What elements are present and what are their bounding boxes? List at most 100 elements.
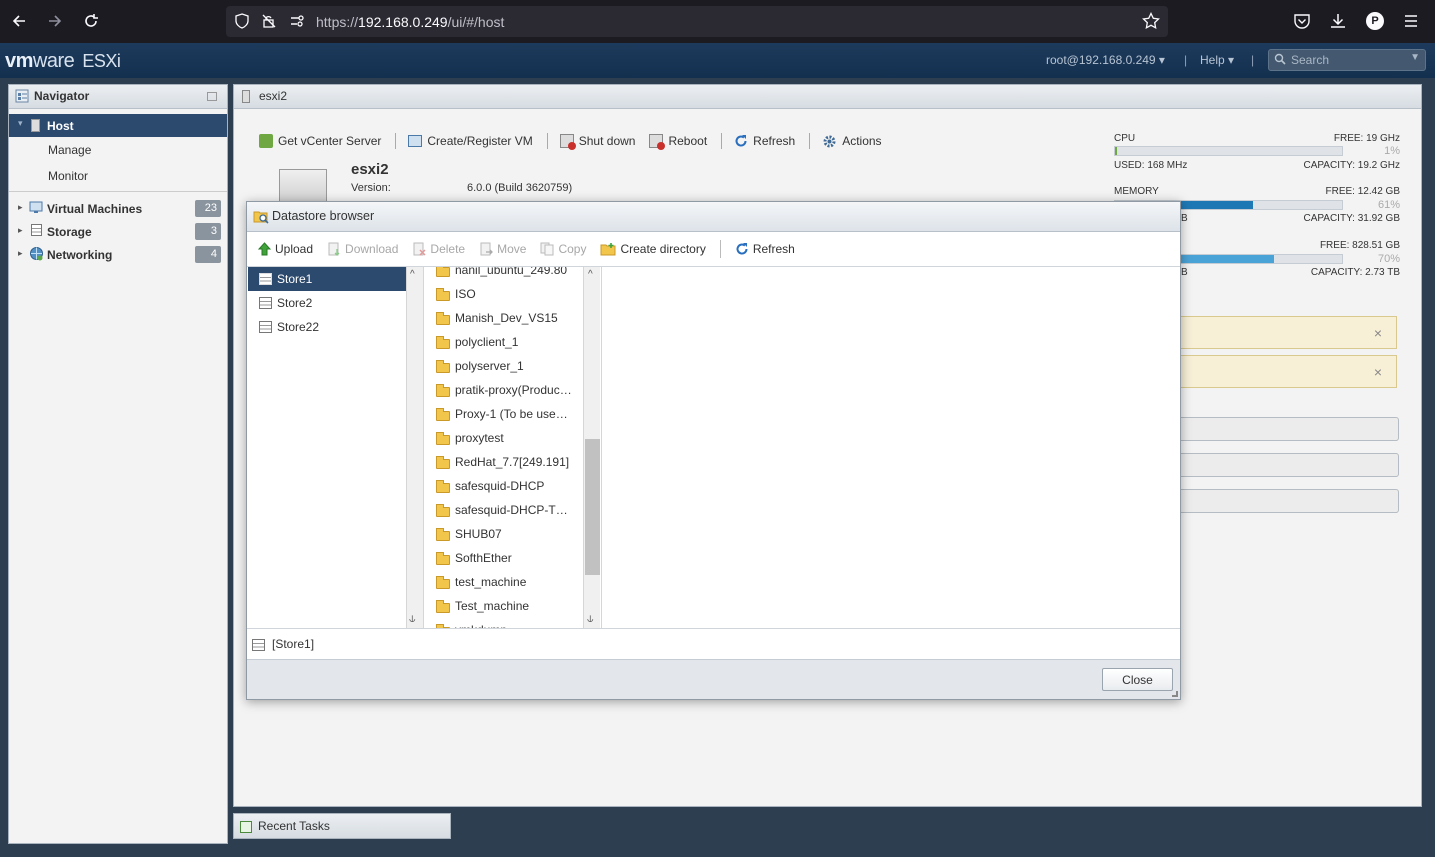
folder-item[interactable]: Proxy-1 (To be use… <box>424 403 582 427</box>
nav-item-storage[interactable]: ▸ Storage 3 <box>9 220 227 243</box>
nav-item-monitor[interactable]: Monitor <box>9 164 227 187</box>
folder-icon <box>436 528 450 541</box>
shut-down-button[interactable]: Shut down <box>559 133 636 150</box>
folder-item[interactable]: ISO <box>424 283 582 307</box>
storage-capacity: CAPACITY: 2.73 TB <box>1310 267 1400 278</box>
info-section[interactable] <box>1180 453 1399 477</box>
permissions-icon[interactable] <box>289 13 305 32</box>
close-button[interactable]: Close <box>1102 668 1173 691</box>
pocket-icon[interactable] <box>1293 12 1311 33</box>
nav-item-label: Virtual Machines <box>47 202 143 216</box>
nav-item-virtual-machines[interactable]: ▸ Virtual Machines 23 <box>9 197 227 220</box>
address-bar[interactable]: https://192.168.0.249/ui/#/host <box>226 6 1168 37</box>
copy-button[interactable]: Copy <box>540 242 586 256</box>
folder-item[interactable]: SofthEther <box>424 547 582 571</box>
scrollbar-thumb[interactable] <box>585 439 600 575</box>
scroll-up-icon[interactable]: ^ <box>588 269 593 280</box>
expand-icon[interactable]: ▾ <box>18 118 23 129</box>
nav-item-networking[interactable]: ▸ Networking 4 <box>9 243 227 266</box>
download-button[interactable]: Download <box>327 242 398 256</box>
help-menu[interactable]: Help ▾ <box>1200 53 1234 67</box>
back-icon[interactable] <box>8 10 30 32</box>
close-alert-icon[interactable]: × <box>1374 364 1382 380</box>
folder-name: nanil_ubuntu_249.80 <box>455 267 568 277</box>
host-refresh-button[interactable]: Refresh <box>734 133 795 149</box>
shield-icon[interactable] <box>234 13 250 32</box>
downloads-icon[interactable] <box>1329 12 1347 33</box>
toolbar-label: Shut down <box>578 134 636 148</box>
profile-avatar-icon[interactable]: P <box>1366 12 1384 30</box>
folder-item[interactable]: Manish_Dev_VS15 <box>424 307 582 331</box>
menu-icon[interactable] <box>1402 12 1420 33</box>
warning-alert: × <box>1180 355 1397 388</box>
dialog-refresh-button[interactable]: Refresh <box>735 242 795 256</box>
folder-item[interactable]: proxytest <box>424 427 582 451</box>
folder-item[interactable]: test_machine <box>424 571 582 595</box>
folder-item[interactable]: safesquid-DHCP-T… <box>424 499 582 523</box>
folder-item[interactable]: vmkdump <box>424 619 582 628</box>
memory-free: FREE: 12.42 GB <box>1325 186 1400 197</box>
forward-icon[interactable] <box>44 10 66 32</box>
folder-icon <box>436 456 450 469</box>
folder-item[interactable]: polyserver_1 <box>424 355 582 379</box>
scroll-up-icon[interactable]: ^ <box>410 269 415 280</box>
resize-handle-icon[interactable]: ⫝ <box>587 613 594 626</box>
expand-icon[interactable]: ▸ <box>18 248 23 259</box>
bookmark-star-icon[interactable] <box>1142 11 1160 33</box>
reboot-button[interactable]: Reboot <box>649 133 707 150</box>
dialog-title-bar[interactable]: Datastore browser <box>247 202 1180 232</box>
create-register-vm-button[interactable]: Create/Register VM <box>408 133 533 149</box>
folder-name: Test_machine <box>455 599 530 613</box>
close-alert-icon[interactable]: × <box>1374 325 1382 341</box>
folder-item[interactable]: SHUB07 <box>424 523 582 547</box>
folder-list-scrollbar[interactable]: ^ ⫝ <box>583 267 600 628</box>
folder-name: polyclient_1 <box>455 335 519 349</box>
actions-button[interactable]: Actions <box>822 133 882 149</box>
get-vcenter-button[interactable]: Get vCenter Server <box>259 133 381 149</box>
search-input[interactable]: Search ▼ <box>1268 49 1426 71</box>
delete-button[interactable]: Delete <box>412 242 465 256</box>
column-splitter[interactable]: ^ ⫝ <box>406 267 424 628</box>
datastore-item-store2[interactable]: Store2 <box>248 291 406 315</box>
memory-percent: 61% <box>1377 199 1400 211</box>
collapse-panel-icon[interactable] <box>207 92 217 101</box>
url-text[interactable]: https://192.168.0.249/ui/#/host <box>316 14 504 30</box>
datastore-browser-dialog: Datastore browser Upload Download Delete… <box>246 201 1181 700</box>
cpu-used: USED: 168 MHz <box>1114 160 1188 171</box>
folder-icon <box>436 504 450 517</box>
datastore-item-store22[interactable]: Store22 <box>248 315 406 339</box>
folder-item[interactable]: nanil_ubuntu_249.80 <box>424 267 582 283</box>
create-directory-button[interactable]: Create directory <box>600 242 706 256</box>
info-section[interactable] <box>1180 417 1399 441</box>
folder-item[interactable]: safesquid-DHCP <box>424 475 582 499</box>
resize-handle-icon[interactable]: ⫝ <box>409 613 416 626</box>
folder-name: ISO <box>455 287 476 301</box>
folder-item[interactable]: pratik-proxy(Produc… <box>424 379 582 403</box>
nav-item-host[interactable]: ▾ Host <box>9 114 227 137</box>
expand-icon[interactable]: ▸ <box>18 202 23 213</box>
nav-item-manage[interactable]: Manage <box>9 138 227 161</box>
reload-icon[interactable] <box>80 10 102 32</box>
folder-item[interactable]: RedHat_7.7[249.191] <box>424 451 582 475</box>
upload-button[interactable]: Upload <box>257 242 313 256</box>
folder-icon <box>436 432 450 445</box>
datastore-item-store1[interactable]: Store1 <box>248 267 406 291</box>
folder-item[interactable]: polyclient_1 <box>424 331 582 355</box>
info-section[interactable] <box>1180 489 1399 513</box>
folder-icon <box>436 360 450 373</box>
folder-item[interactable]: Test_machine <box>424 595 582 619</box>
resize-grip-icon[interactable] <box>1172 691 1178 697</box>
path-bar: [Store1] <box>247 628 1180 659</box>
move-button[interactable]: Move <box>479 242 526 256</box>
lock-warning-icon[interactable] <box>261 13 277 32</box>
user-menu[interactable]: root@192.168.0.249 ▾ <box>1046 53 1165 67</box>
header-separator: | <box>1251 53 1255 67</box>
expand-icon[interactable]: ▸ <box>18 225 23 236</box>
network-count-badge: 4 <box>195 246 221 263</box>
recent-tasks-tab[interactable]: Recent Tasks <box>233 813 451 839</box>
search-dropdown-icon[interactable]: ▼ <box>1410 52 1420 63</box>
gear-icon <box>822 134 837 149</box>
datastore-icon <box>259 321 272 333</box>
folder-icon <box>436 408 450 421</box>
host-server-icon <box>279 169 327 203</box>
